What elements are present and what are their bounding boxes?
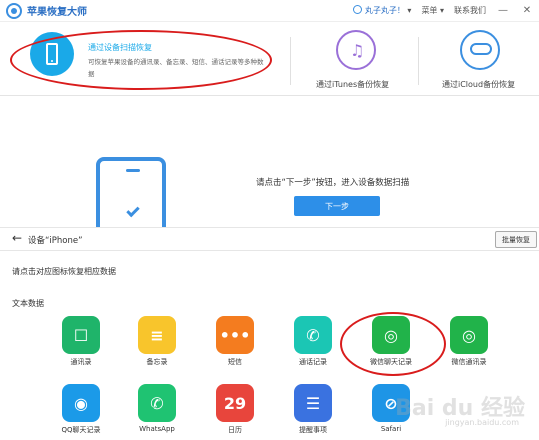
app-label: QQ聊天记录 [61, 426, 101, 434]
close-button[interactable]: ✕ [520, 5, 534, 16]
contact-link[interactable]: 联系我们 [454, 5, 486, 16]
app-label: WhatsApp [139, 425, 175, 433]
notes-icon: ≡ [138, 316, 176, 354]
device-scan-mode-desc: 可恢复苹果设备的通讯录、备忘录、短信、通话记录等多种数据 [88, 58, 264, 78]
app-title: 苹果恢复大师 [27, 7, 87, 18]
itunes-mode-label[interactable]: 通过iTunes备份恢复 [316, 79, 389, 90]
reminders-icon: ☰ [294, 384, 332, 422]
back-arrow-icon[interactable]: ← [12, 231, 22, 245]
icloud-mode-label[interactable]: 通过iCloud备份恢复 [442, 79, 515, 90]
app-qq-chat[interactable]: ◉ QQ聊天记录 [44, 384, 118, 435]
check-icon [126, 203, 140, 218]
app-label: 通讯录 [70, 358, 92, 366]
app-label: 提醒事项 [299, 426, 327, 434]
wechat-chat-icon: ◎ [372, 316, 410, 354]
sms-icon: ••• [216, 316, 254, 354]
app-wechat-chat[interactable]: ◎ 微信聊天记录 [354, 316, 428, 367]
itunes-mode-button[interactable]: ♫ [336, 30, 376, 70]
section-title-text-data: 文本数据 [12, 299, 44, 308]
app-label: 备忘录 [146, 358, 168, 366]
app-label: 微信通讯录 [451, 358, 487, 366]
user-icon [352, 5, 362, 14]
user-name: 丸子丸子！ [364, 6, 405, 15]
titlebar-right: 丸子丸子！ ▾ 菜单 ▾ 联系我们 — ✕ [348, 5, 539, 16]
divider [290, 37, 291, 85]
music-note-icon: ♫ [350, 41, 365, 60]
app-wechat-contacts[interactable]: ◎ 微信通讯录 [432, 316, 506, 367]
app-call-log[interactable]: ✆ 通话记录 [276, 316, 350, 367]
app-label: 通话记录 [299, 358, 327, 366]
watermark-sub: jingyan.baidu.com [445, 418, 519, 427]
app-label: Safari [380, 425, 402, 433]
icloud-mode-button[interactable] [460, 30, 500, 70]
whatsapp-icon: ✆ [138, 384, 176, 422]
recovery-mode-bar: 通过设备扫描恢复 可恢复苹果设备的通讯录、备忘录、短信、通话记录等多种数据 ♫ … [0, 22, 539, 96]
contacts-icon: ☐ [62, 316, 100, 354]
app-sms[interactable]: ••• 短信 [198, 316, 272, 367]
minimize-button[interactable]: — [496, 5, 510, 16]
app-label: 微信聊天记录 [370, 358, 412, 366]
calendar-icon: 29 [216, 384, 254, 422]
app-label: 日历 [228, 426, 242, 434]
phone-icon [46, 43, 58, 65]
recover-hint: 请点击对应图标恢复相应数据 [12, 267, 116, 276]
app-safari[interactable]: ⊘ Safari [354, 384, 428, 433]
wechat-contacts-icon: ◎ [450, 316, 488, 354]
user-menu[interactable]: 丸子丸子！ ▾ [352, 5, 411, 16]
app-logo-icon [6, 2, 22, 19]
device-label: 设备“iPhone” [28, 236, 83, 246]
next-button[interactable]: 下一步 [294, 196, 380, 216]
app-whatsapp[interactable]: ✆ WhatsApp [120, 384, 194, 433]
app-label: 短信 [228, 358, 242, 366]
device-bar: ← 设备“iPhone” 批量恢复 [0, 227, 539, 251]
phone-speaker [126, 169, 140, 172]
call-log-icon: ✆ [294, 316, 332, 354]
cloud-icon [470, 43, 492, 55]
safari-icon: ⊘ [372, 384, 410, 422]
qq-chat-icon: ◉ [62, 384, 100, 422]
app-reminders[interactable]: ☰ 提醒事项 [276, 384, 350, 435]
scan-hero: 请点击“下一步”按钮，进入设备数据扫描 下一步 [0, 97, 539, 247]
app-notes[interactable]: ≡ 备忘录 [120, 316, 194, 367]
device-scan-mode-title[interactable]: 通过设备扫描恢复 [88, 42, 152, 53]
app-calendar[interactable]: 29 日历 [198, 384, 272, 435]
menu-label: 菜单 [421, 6, 438, 15]
menu-button[interactable]: 菜单 ▾ [421, 5, 444, 16]
scan-instruction: 请点击“下一步”按钮，进入设备数据扫描 [256, 178, 410, 188]
title-bar: 苹果恢复大师 丸子丸子！ ▾ 菜单 ▾ 联系我们 — ✕ [0, 0, 539, 22]
device-scan-mode-button[interactable] [30, 32, 74, 76]
batch-recover-button[interactable]: 批量恢复 [495, 231, 537, 248]
app-contacts[interactable]: ☐ 通讯录 [44, 316, 118, 367]
divider [418, 37, 419, 85]
app-window: 苹果恢复大师 丸子丸子！ ▾ 菜单 ▾ 联系我们 — ✕ 通过设备扫描恢复 可恢… [0, 0, 539, 440]
